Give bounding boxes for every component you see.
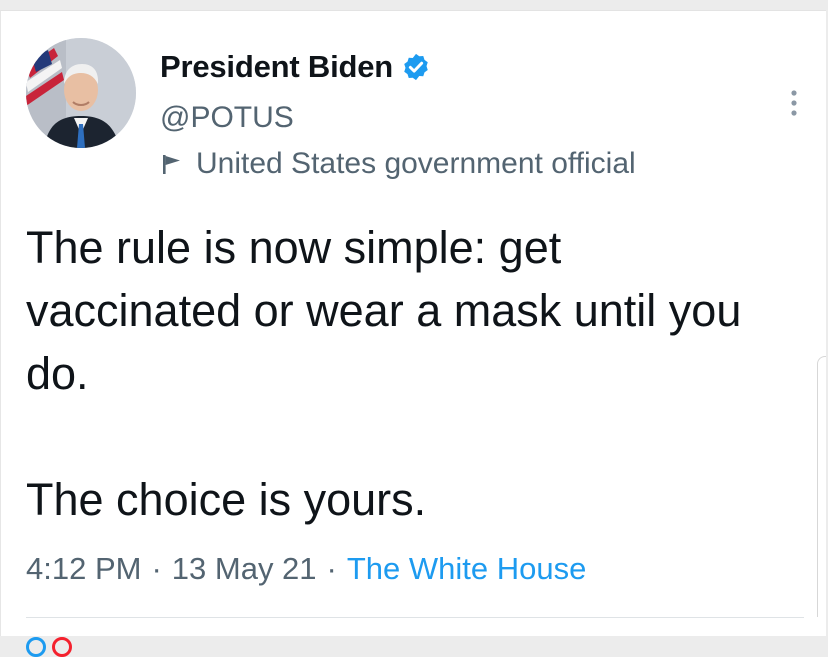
flag-icon (163, 155, 180, 174)
tweet-card[interactable]: President Biden @POTUS United States gov… (0, 10, 826, 657)
action-icons-peek (26, 637, 72, 657)
divider (26, 617, 804, 618)
display-name[interactable]: President Biden (160, 49, 393, 85)
verified-badge-icon (404, 53, 428, 81)
name-row: President Biden (160, 47, 636, 87)
tweet-source-link[interactable]: The White House (347, 551, 587, 586)
reply-icon[interactable] (26, 637, 46, 657)
government-label-text: United States government official (196, 147, 636, 180)
scrollbar-track[interactable] (817, 356, 826, 617)
more-vertical-icon[interactable] (789, 88, 799, 118)
meta-separator: · (326, 551, 337, 586)
like-icon[interactable] (52, 637, 72, 657)
tweet-paragraph-1: The rule is now simple: get vaccinated o… (26, 222, 742, 399)
president-portrait-icon (26, 38, 136, 148)
tweet-text: The rule is now simple: get vaccinated o… (26, 216, 786, 531)
meta-separator: · (151, 551, 162, 586)
avatar[interactable] (26, 38, 136, 148)
government-label[interactable]: United States government official (160, 147, 636, 181)
tweet-time[interactable]: 4:12 PM (26, 551, 141, 586)
tweet-date[interactable]: 13 May 21 (172, 551, 317, 586)
tweet-header: President Biden @POTUS United States gov… (160, 47, 636, 181)
tweet-paragraph-2: The choice is yours. (26, 474, 427, 525)
tweet-meta: 4:12 PM · 13 May 21 · The White House (26, 551, 586, 587)
handle[interactable]: @POTUS (160, 101, 636, 135)
